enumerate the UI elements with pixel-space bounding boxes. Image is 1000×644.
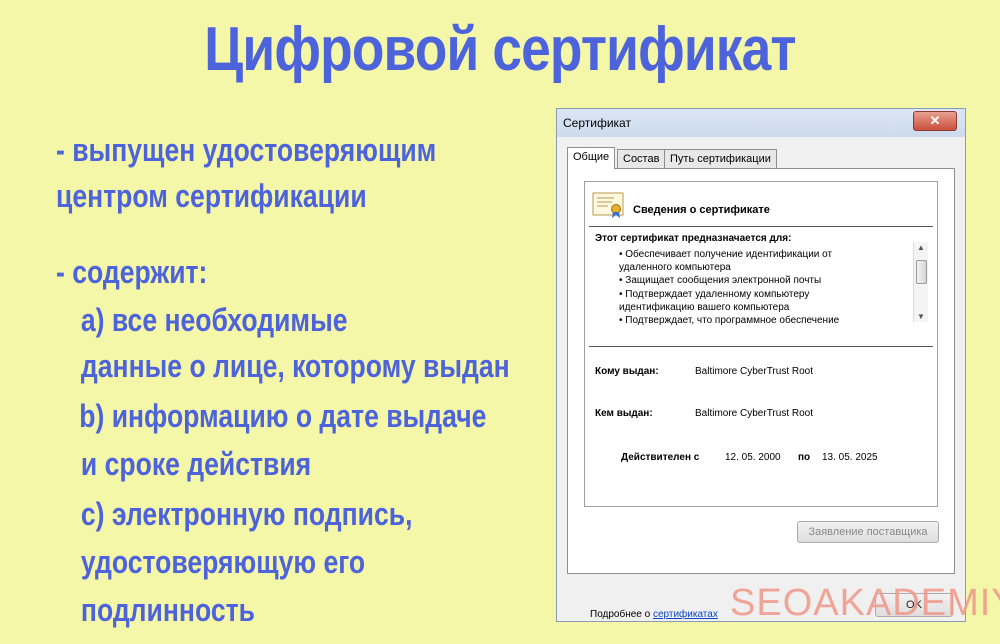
purpose-list[interactable]: • Обеспечивает получение идентификации о… (619, 248, 899, 327)
divider (589, 226, 933, 227)
divider (589, 346, 933, 347)
dialog-titlebar[interactable]: Сертификат ✕ (557, 109, 965, 137)
dialog-title: Сертификат (563, 116, 631, 130)
bullet-issued-line2: центром сертификации (56, 178, 367, 214)
validity-from-value: 12. 05. 2000 (725, 452, 781, 463)
bullet-c-line3: подлинность (80, 592, 255, 628)
certificate-icon (592, 192, 624, 218)
more-info-prefix: Подробнее о (590, 609, 651, 620)
bullet-c-line1: c) электронную подпись, (80, 496, 413, 532)
certificate-dialog: Сертификат ✕ Общие Состав Путь сертифика… (556, 108, 966, 622)
bullet-contains-head: - содержит: (56, 254, 208, 290)
bullet-c-line2: удостоверяющую его (80, 544, 366, 580)
bullet-b-line1: b) информацию о дате выдаче (79, 398, 487, 434)
issued-to-value: Baltimore CyberTrust Root (695, 366, 813, 377)
certificates-link[interactable]: сертификатах (653, 609, 718, 620)
bullet-a-line2: данные о лице, которому выдан (80, 348, 510, 384)
close-icon: ✕ (929, 113, 941, 128)
scroll-up-icon[interactable]: ▲ (914, 243, 928, 252)
issued-to-label: Кому выдан: (595, 366, 659, 377)
bullet-a-line1: a) все необходимые (80, 302, 348, 338)
purpose-item: идентификацию вашего компьютера (619, 301, 790, 313)
certificate-info-box: Сведения о сертификате Этот сертификат п… (584, 181, 938, 507)
tab-general[interactable]: Общие (567, 147, 616, 169)
more-info: Подробнее о сертификатах (590, 609, 718, 620)
tab-certification-path[interactable]: Путь сертификации (664, 149, 777, 168)
bullet-issued-line1: - выпущен удостоверяющим (56, 132, 437, 168)
scroll-down-icon[interactable]: ▼ (914, 312, 928, 321)
issuer-statement-button[interactable]: Заявление поставщика (797, 521, 939, 543)
bullet-b-line2: и сроке действия (80, 446, 312, 482)
issued-by-value: Baltimore CyberTrust Root (695, 408, 813, 419)
purpose-item: • Обеспечивает получение идентификации о… (619, 249, 833, 260)
purpose-item: • Подтверждает, что программное обеспече… (619, 315, 840, 327)
close-button[interactable]: ✕ (913, 111, 957, 131)
watermark-logo: SEOAKADEMIYA (730, 582, 1000, 624)
page-title: Цифровой сертификат (204, 15, 796, 84)
certificate-header: Сведения о сертификате (633, 204, 770, 216)
tab-panel-general: Сведения о сертификате Этот сертификат п… (567, 168, 955, 620)
validity-to-value: 13. 05. 2025 (822, 452, 878, 463)
purpose-item: • Защищает сообщения электронной почты (619, 275, 822, 287)
purpose-item: удаленного компьютера (619, 262, 731, 274)
validity-from-label: Действителен с (621, 452, 700, 463)
tab-details[interactable]: Состав (617, 149, 666, 168)
validity-to-label: по (798, 452, 811, 463)
purpose-label: Этот сертификат предназначается для: (595, 233, 792, 244)
issued-by-label: Кем выдан: (595, 408, 653, 419)
purpose-scrollbar[interactable]: ▲ ▼ (913, 242, 928, 322)
scroll-thumb[interactable] (916, 260, 927, 284)
purpose-item: • Подтверждает удаленному компьютеру (619, 288, 810, 300)
